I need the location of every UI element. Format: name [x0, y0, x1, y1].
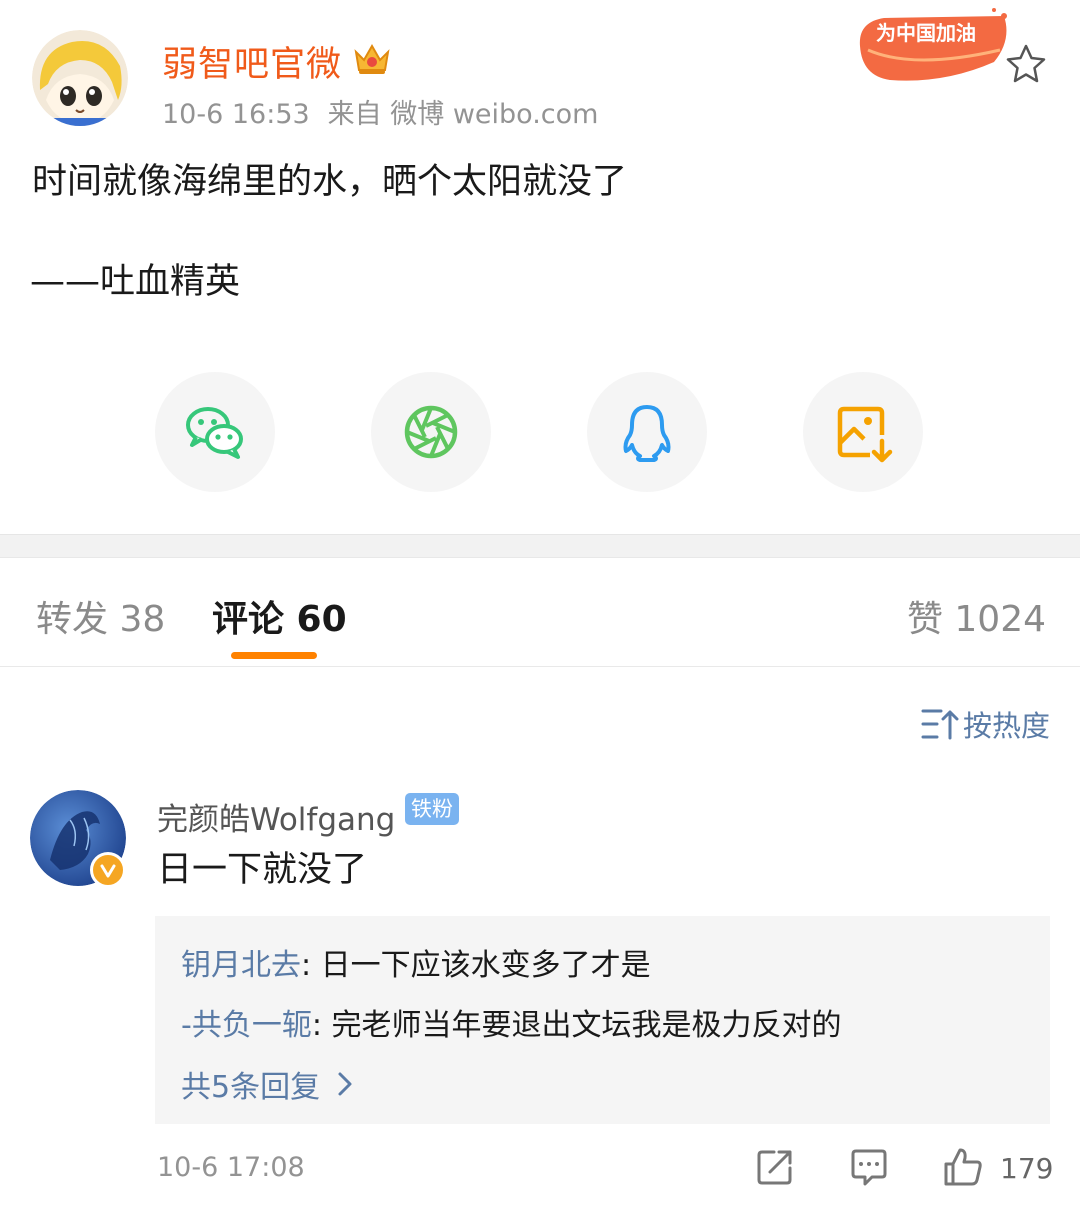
comment-text: 日一下就没了 — [157, 850, 368, 890]
qq-icon — [623, 405, 671, 462]
post-time: 10-6 16:53 — [162, 99, 310, 130]
commenter-name[interactable]: 完颜皓Wolfgang — [157, 794, 395, 839]
share-moments-button[interactable] — [371, 372, 491, 492]
banner-text: 为中国加油 — [876, 21, 976, 45]
reply-text: 完老师当年要退出文坛我是极力反对的 — [331, 1008, 842, 1043]
section-divider — [0, 534, 1080, 558]
share-wechat-button[interactable] — [155, 372, 275, 492]
tab-comments[interactable]: 评论 60 — [212, 590, 347, 642]
active-tab-indicator — [231, 652, 317, 659]
favorite-star-icon[interactable] — [1004, 42, 1048, 86]
forward-icon[interactable] — [754, 1146, 796, 1188]
author-name[interactable]: 弱智吧官微 — [162, 36, 342, 87]
post-header: 弱智吧官微 10-6 16:53 来自 微博 weibo.com 为中国加油 — [0, 0, 1080, 140]
save-image-icon — [837, 406, 893, 463]
more-replies-link[interactable]: 共5条回复 — [181, 1062, 356, 1106]
wechat-icon — [186, 407, 243, 459]
reply-item[interactable]: -共负一轭: 完老师当年要退出文坛我是极力反对的 — [181, 1000, 841, 1044]
post-text: 时间就像海绵里的水，晒个太阳就没了 — [32, 162, 628, 202]
post-signature: ——吐血精英 — [30, 262, 241, 302]
like-thumb-icon[interactable] — [942, 1146, 984, 1188]
moments-icon — [404, 405, 458, 459]
replies-box[interactable]: 钥月北去: 日一下应该水变多了才是 -共负一轭: 完老师当年要退出文坛我是极力反… — [155, 916, 1050, 1124]
sort-icon — [921, 709, 959, 740]
share-qq-button[interactable] — [587, 372, 707, 492]
post-source: 来自 微博 weibo.com — [327, 99, 599, 130]
reply-item[interactable]: 钥月北去: 日一下应该水变多了才是 — [181, 940, 651, 984]
chevron-right-icon — [338, 1072, 352, 1096]
save-image-button[interactable] — [803, 372, 923, 492]
fan-badge: 铁粉 — [405, 793, 459, 825]
post-meta: 10-6 16:53 来自 微博 weibo.com — [162, 92, 616, 131]
reply-user[interactable]: 钥月北去 — [181, 948, 301, 983]
tab-repost[interactable]: 转发 38 — [36, 590, 165, 642]
tabs-divider — [0, 666, 1080, 667]
like-count: 179 — [1000, 1152, 1054, 1185]
tab-likes[interactable]: 赞 1024 — [907, 590, 1046, 642]
reply-user[interactable]: -共负一轭 — [181, 1008, 312, 1043]
sort-label: 按热度 — [962, 709, 1050, 743]
verified-badge-icon — [90, 852, 126, 888]
sort-by-hot-button[interactable]: 按热度 — [921, 703, 1050, 745]
reply-separator: : — [301, 948, 321, 983]
crown-icon — [352, 40, 392, 76]
reply-comment-icon[interactable] — [848, 1146, 890, 1188]
author-avatar[interactable] — [32, 30, 128, 126]
comment-time: 10-6 17:08 — [157, 1152, 305, 1183]
more-replies-label: 共5条回复 — [181, 1070, 321, 1105]
china-cheer-banner: 为中国加油 — [854, 6, 1014, 82]
reply-separator: : — [311, 1008, 332, 1043]
reply-text: 日一下应该水变多了才是 — [320, 948, 651, 983]
